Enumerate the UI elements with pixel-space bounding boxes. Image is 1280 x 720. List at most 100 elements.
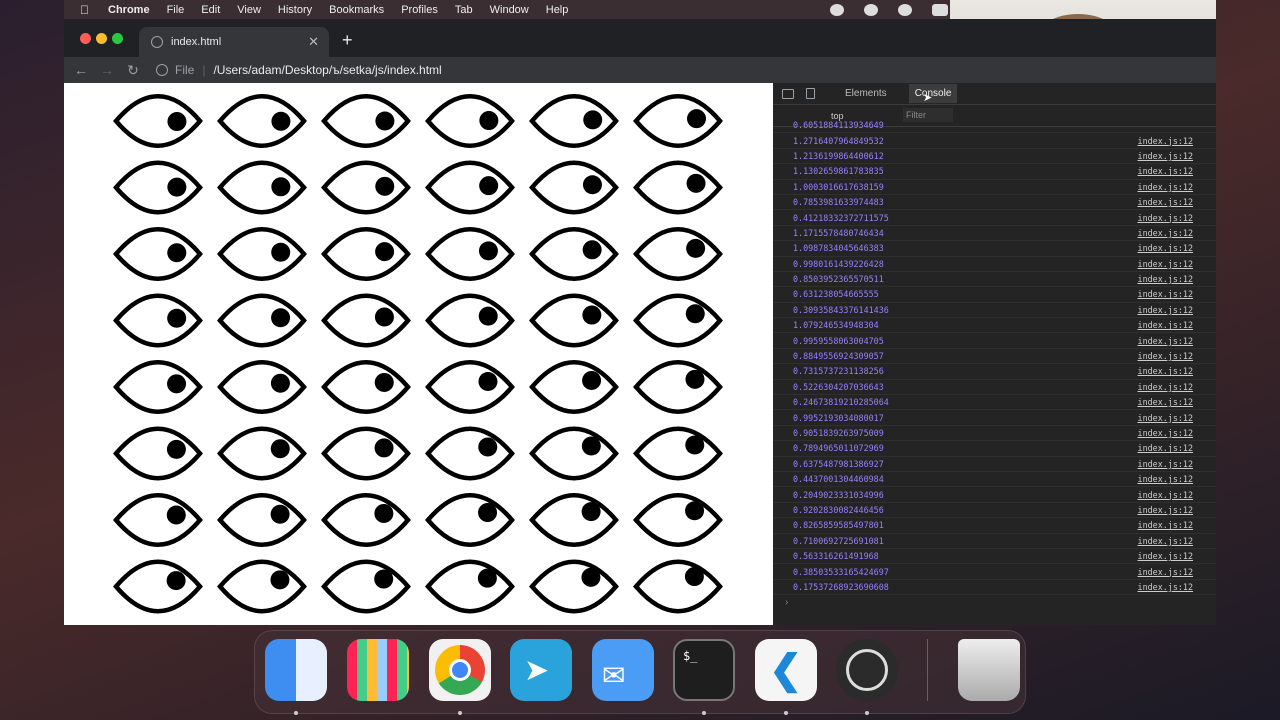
dock-obs-icon[interactable] bbox=[836, 639, 898, 701]
log-source-link[interactable]: index.js:12 bbox=[1138, 366, 1193, 376]
dock-finder-icon[interactable] bbox=[265, 639, 327, 701]
log-source-link[interactable]: index.js:12 bbox=[1138, 474, 1193, 484]
audio-status-icon[interactable] bbox=[864, 3, 878, 16]
log-source-link[interactable]: index.js:12 bbox=[1138, 382, 1193, 392]
log-source-link[interactable]: index.js:12 bbox=[1138, 228, 1193, 238]
log-source-link[interactable]: index.js:12 bbox=[1138, 351, 1193, 361]
log-source-link[interactable]: index.js:12 bbox=[1138, 397, 1193, 407]
log-source-link[interactable]: index.js:12 bbox=[1138, 505, 1193, 515]
minimize-window-button[interactable] bbox=[96, 33, 107, 44]
console-log-row: 0.6051884113934649index.js:12 bbox=[773, 118, 1216, 134]
close-window-button[interactable] bbox=[80, 33, 91, 44]
eye-outline bbox=[113, 559, 203, 614]
close-tab-icon[interactable]: ✕ bbox=[308, 34, 319, 50]
reload-icon[interactable]: ↻ bbox=[120, 62, 146, 79]
log-value: 0.8503952365570511 bbox=[793, 274, 884, 285]
eye-pupil bbox=[478, 372, 498, 392]
menu-bookmarks[interactable]: Bookmarks bbox=[329, 4, 384, 16]
tab-elements[interactable]: Elements bbox=[839, 84, 893, 103]
zoom-window-button[interactable] bbox=[112, 33, 123, 44]
eye-pupil bbox=[374, 372, 394, 392]
menu-tab[interactable]: Tab bbox=[455, 4, 473, 16]
log-source-link[interactable]: index.js:12 bbox=[1138, 213, 1193, 223]
eye-outline bbox=[321, 293, 411, 348]
eye-pupil bbox=[582, 370, 602, 390]
console-log-row: 0.8265859585497801 index.js:12 bbox=[773, 518, 1216, 534]
log-source-link[interactable]: index.js:12 bbox=[1138, 320, 1193, 330]
console-prompt[interactable]: › bbox=[785, 597, 788, 608]
console-log-row: 0.5226304207036643 index.js:12 bbox=[773, 380, 1216, 396]
log-value: 0.6375487981386927 bbox=[793, 458, 884, 469]
log-source-link[interactable]: index.js:12 bbox=[1138, 136, 1193, 146]
dock-launchpad-icon[interactable] bbox=[347, 639, 409, 701]
eye bbox=[113, 426, 203, 481]
log-source-link[interactable]: index.js:12 bbox=[1138, 428, 1193, 438]
log-source-link[interactable]: index.js:12 bbox=[1138, 567, 1193, 577]
log-source-link[interactable]: index.js:12 bbox=[1138, 259, 1193, 269]
menu-window[interactable]: Window bbox=[490, 4, 529, 16]
obs-status-icon[interactable] bbox=[830, 3, 844, 16]
eye-outline bbox=[113, 227, 203, 281]
log-source-link[interactable]: index.js:12 bbox=[1138, 551, 1193, 561]
eye-pupil bbox=[270, 439, 290, 459]
menu-app-name[interactable]: Chrome bbox=[108, 4, 150, 16]
new-tab-button[interactable]: + bbox=[342, 30, 353, 51]
log-source-link[interactable]: index.js:12 bbox=[1138, 243, 1193, 253]
log-source-link[interactable]: index.js:12 bbox=[1138, 459, 1193, 469]
log-source-link[interactable]: index.js:12 bbox=[1138, 520, 1193, 530]
console-log-row: 0.38503533165424697 index.js:12 bbox=[773, 564, 1216, 580]
menu-edit[interactable]: Edit bbox=[201, 4, 220, 16]
eye-pupil bbox=[581, 436, 601, 456]
dock-telegram-icon[interactable]: ➤ bbox=[510, 639, 572, 701]
menu-file[interactable]: File bbox=[167, 4, 185, 16]
menu-view[interactable]: View bbox=[237, 4, 261, 16]
eye-pupil bbox=[270, 373, 290, 393]
eye-pupil bbox=[478, 437, 498, 457]
address-bar[interactable]: /Users/adam/Desktop/ъ/setka/js/index.htm… bbox=[213, 63, 441, 77]
eye bbox=[113, 94, 203, 148]
menu-profiles[interactable]: Profiles bbox=[401, 4, 438, 16]
log-source-link[interactable]: index.js:12 bbox=[1138, 151, 1193, 161]
device-toolbar-icon[interactable] bbox=[806, 88, 815, 99]
log-source-link[interactable]: index.js:12 bbox=[1138, 413, 1193, 423]
eye bbox=[425, 94, 515, 148]
eye bbox=[529, 293, 619, 348]
log-source-link[interactable]: index.js:12 bbox=[1138, 197, 1193, 207]
eye-pupil bbox=[686, 238, 706, 258]
eye-pupil bbox=[478, 306, 498, 326]
log-source-link[interactable]: index.js:12 bbox=[1138, 490, 1193, 500]
eye bbox=[529, 227, 619, 281]
browser-tab[interactable]: index.html ✕ bbox=[139, 27, 329, 57]
log-source-link[interactable]: index.js:12 bbox=[1138, 582, 1193, 592]
dock-google-chrome-icon[interactable] bbox=[429, 639, 491, 701]
log-source-link[interactable]: index.js:12 bbox=[1138, 536, 1193, 546]
recording-status-icon[interactable] bbox=[898, 3, 912, 16]
info-icon[interactable] bbox=[156, 64, 168, 76]
tab-console[interactable]: Console bbox=[908, 84, 958, 103]
console-log-row: 0.9202830082446456 index.js:12 bbox=[773, 503, 1216, 519]
menu-help[interactable]: Help bbox=[546, 4, 569, 16]
log-source-link[interactable]: index.js:12 bbox=[1138, 336, 1193, 346]
dock-terminal-icon[interactable]: $_ bbox=[673, 639, 735, 701]
back-arrow-icon[interactable]: ← bbox=[68, 62, 94, 78]
eye-pupil bbox=[478, 503, 498, 523]
log-source-link[interactable]: index.js:12 bbox=[1138, 274, 1193, 284]
eye bbox=[321, 493, 411, 547]
eye-outline bbox=[425, 559, 515, 614]
eye-pupil bbox=[581, 567, 601, 587]
inspect-element-icon[interactable] bbox=[782, 88, 794, 99]
log-source-link[interactable]: index.js:12 bbox=[1138, 443, 1193, 453]
menu-history[interactable]: History bbox=[278, 4, 312, 16]
dock-visual-studio-code-icon[interactable]: ❮ bbox=[755, 639, 817, 701]
dock-mail-icon[interactable]: ✉ bbox=[592, 639, 654, 701]
log-source-link[interactable]: index.js:12 bbox=[1138, 166, 1193, 176]
eye bbox=[113, 227, 203, 281]
apple-menu-icon[interactable]:  bbox=[80, 3, 94, 17]
dock-trash-icon[interactable] bbox=[958, 639, 1020, 701]
log-source-link[interactable]: index.js:12 bbox=[1138, 182, 1193, 192]
forward-arrow-icon[interactable]: → bbox=[94, 62, 120, 78]
battery-icon[interactable] bbox=[932, 3, 948, 16]
log-source-link[interactable]: index.js:12 bbox=[1138, 289, 1193, 299]
console-log-row: 1.0987834045646383 index.js:12 bbox=[773, 241, 1216, 257]
log-source-link[interactable]: index.js:12 bbox=[1138, 305, 1193, 315]
